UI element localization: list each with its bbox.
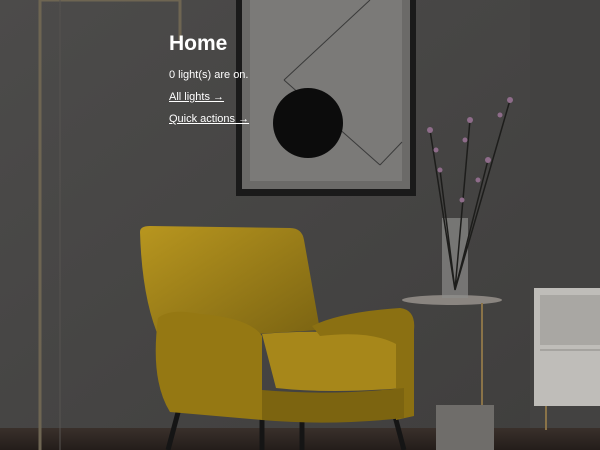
- room-background-scene: [0, 0, 600, 450]
- lights-status-text: 0 light(s) are on.: [169, 69, 249, 81]
- framed-art: [236, 0, 416, 196]
- all-lights-link[interactable]: All lights →: [169, 90, 249, 104]
- room-background-illustration: [0, 0, 600, 450]
- home-overlay: Home 0 light(s) are on. All lights → Qui…: [169, 32, 249, 134]
- quick-actions-link[interactable]: Quick actions →: [169, 112, 249, 126]
- page-title: Home: [169, 32, 228, 55]
